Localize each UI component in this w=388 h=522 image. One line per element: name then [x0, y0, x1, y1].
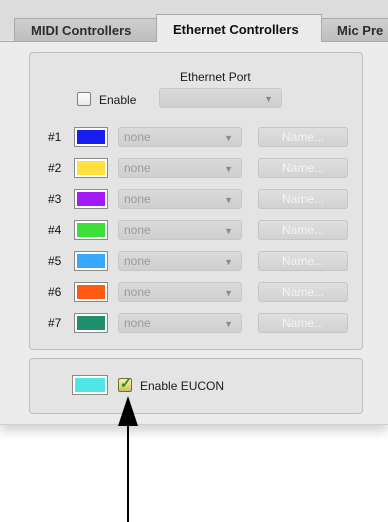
controller-number: #2 [48, 161, 62, 175]
controller-select[interactable]: none ▼ [118, 127, 242, 147]
tab-ethernet-controllers[interactable]: Ethernet Controllers [156, 14, 322, 42]
controller-name-button[interactable]: Name... [258, 251, 348, 271]
swatch-fill [77, 254, 105, 268]
controller-select-value: none [124, 254, 151, 268]
peripherals-window: MIDI Controllers Ethernet Controllers Mi… [0, 0, 388, 425]
controller-select[interactable]: none ▼ [118, 251, 242, 271]
tab-bar: MIDI Controllers Ethernet Controllers Mi… [0, 0, 388, 42]
controller-color-swatch[interactable] [74, 189, 108, 209]
page: MIDI Controllers Ethernet Controllers Mi… [0, 0, 388, 522]
eucon-color-swatch[interactable] [72, 375, 108, 395]
controller-number: #1 [48, 130, 62, 144]
controller-select-value: none [124, 316, 151, 330]
controller-name-button[interactable]: Name... [258, 158, 348, 178]
controller-select-value: none [124, 285, 151, 299]
chevron-down-icon: ▼ [224, 319, 233, 329]
chevron-down-icon: ▼ [224, 133, 233, 143]
checkmark-icon: ✓ [120, 375, 132, 391]
controller-select-value: none [124, 161, 151, 175]
tab-midi-controllers[interactable]: MIDI Controllers [14, 18, 158, 42]
controller-color-swatch[interactable] [74, 313, 108, 333]
chevron-down-icon: ▼ [264, 94, 273, 104]
controller-number: #4 [48, 223, 62, 237]
controller-name-button[interactable]: Name... [258, 189, 348, 209]
chevron-down-icon: ▼ [224, 164, 233, 174]
controller-select[interactable]: none ▼ [118, 313, 242, 333]
controller-select[interactable]: none ▼ [118, 220, 242, 240]
controller-color-swatch[interactable] [74, 158, 108, 178]
controller-color-swatch[interactable] [74, 127, 108, 147]
ethernet-controllers-group: Ethernet Port Enable ▼ #1 none ▼ Name... [29, 52, 363, 350]
swatch-fill [77, 223, 105, 237]
controller-number: #7 [48, 316, 62, 330]
enable-eucon-label: Enable EUCON [140, 379, 225, 393]
tab-content: Ethernet Port Enable ▼ #1 none ▼ Name... [0, 41, 388, 424]
enable-checkbox[interactable] [77, 92, 91, 106]
controller-select-value: none [124, 192, 151, 206]
swatch-fill [77, 130, 105, 144]
controller-select-value: none [124, 223, 151, 237]
chevron-down-icon: ▼ [224, 226, 233, 236]
controller-color-swatch[interactable] [74, 282, 108, 302]
enable-label: Enable [99, 93, 137, 107]
controller-select[interactable]: none ▼ [118, 282, 242, 302]
eucon-group: ✓ Enable EUCON [29, 358, 363, 414]
controller-name-button[interactable]: Name... [258, 282, 348, 302]
chevron-down-icon: ▼ [224, 288, 233, 298]
swatch-fill [77, 192, 105, 206]
controller-select[interactable]: none ▼ [118, 158, 242, 178]
swatch-fill [75, 378, 105, 392]
controller-name-button[interactable]: Name... [258, 220, 348, 240]
enable-eucon-checkbox[interactable]: ✓ [118, 375, 132, 392]
controller-name-button[interactable]: Name... [258, 127, 348, 147]
controller-name-button[interactable]: Name... [258, 313, 348, 333]
swatch-fill [77, 285, 105, 299]
controller-number: #3 [48, 192, 62, 206]
controller-select-value: none [124, 130, 151, 144]
tab-mic-pre[interactable]: Mic Pre [320, 18, 388, 42]
swatch-fill [77, 161, 105, 175]
controller-color-swatch[interactable] [74, 251, 108, 271]
controller-color-swatch[interactable] [74, 220, 108, 240]
controller-select[interactable]: none ▼ [118, 189, 242, 209]
controller-number: #5 [48, 254, 62, 268]
ethernet-port-label: Ethernet Port [180, 70, 251, 84]
chevron-down-icon: ▼ [224, 257, 233, 267]
swatch-fill [77, 316, 105, 330]
arrow-head [118, 396, 138, 426]
controller-number: #6 [48, 285, 62, 299]
ethernet-port-select[interactable]: ▼ [159, 88, 282, 108]
callout-arrow-icon [118, 396, 138, 522]
chevron-down-icon: ▼ [224, 195, 233, 205]
